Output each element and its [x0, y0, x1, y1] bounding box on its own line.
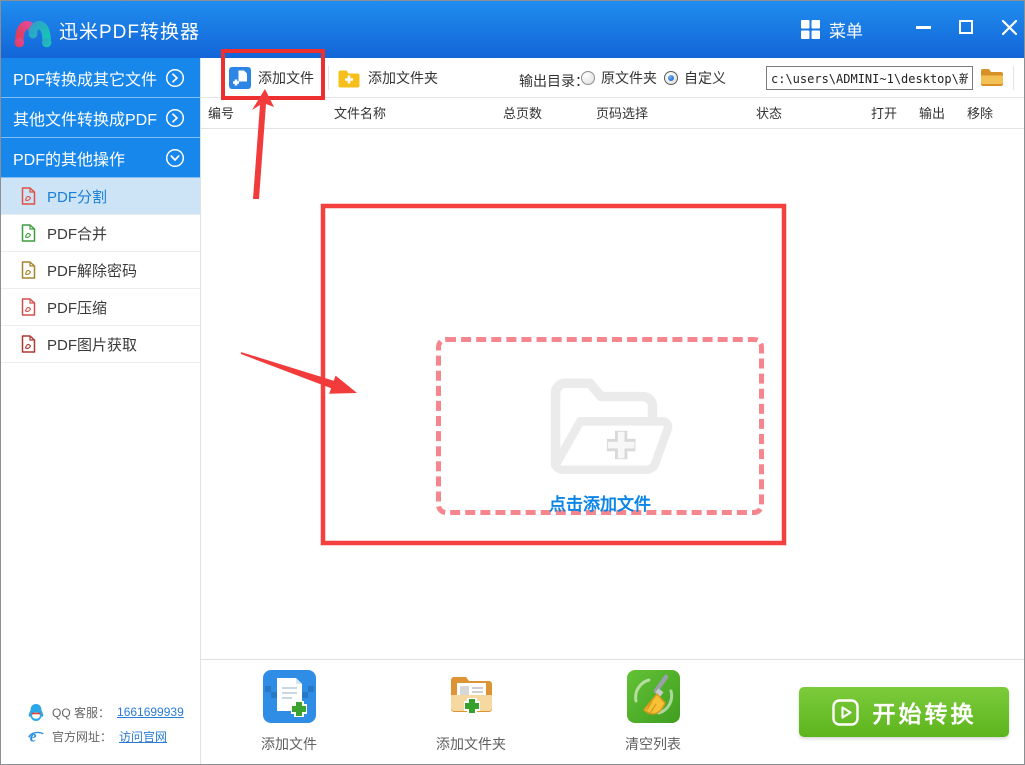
main-pane: 添加文件 添加文件夹 输出目录： 原文件夹 自定义 c:\users\ADMIN…	[201, 58, 1024, 764]
sidebar-group-label: PDF转换成其它文件	[13, 71, 158, 89]
add-folder-icon	[338, 70, 360, 87]
sidebar-subitem-label: PDF图片获取	[47, 336, 138, 354]
app-window: 迅米PDF转换器 菜单 PDF转换成其它文件 其他文件转换成PDF PDF的其他…	[0, 0, 1025, 765]
sidebar-subitem-label: PDF压缩	[47, 299, 108, 317]
col-header-filename: 文件名称	[334, 106, 387, 121]
clear-list-label: 清空列表	[625, 736, 681, 752]
add-file-big-button[interactable]: 添加文件	[229, 670, 349, 754]
toolbar: 添加文件 添加文件夹 输出目录： 原文件夹 自定义	[201, 58, 1024, 98]
add-folder-button[interactable]: 添加文件夹	[337, 58, 438, 98]
close-icon	[1001, 19, 1017, 35]
sidebar-group-label: 其他文件转换成PDF	[13, 111, 158, 129]
close-button[interactable]	[992, 13, 1024, 41]
add-file-label: 添加文件	[258, 70, 314, 86]
radio-icon-selected	[664, 71, 678, 85]
sidebar-subitem-label: PDF解除密码	[47, 262, 138, 280]
col-header-remove: 移除	[967, 106, 994, 121]
add-folder-big-button[interactable]: 添加文件夹	[411, 670, 531, 754]
radio-icon-unselected	[581, 71, 595, 85]
radio-original-folder[interactable]: 原文件夹	[581, 58, 657, 98]
add-folder-label: 添加文件夹	[368, 70, 438, 86]
start-convert-label: 开始转换	[872, 701, 977, 727]
add-folder-big-icon	[450, 677, 492, 714]
sidebar-item-other-to-pdf[interactable]: 其他文件转换成PDF	[1, 98, 200, 138]
add-file-button[interactable]: 添加文件	[229, 58, 314, 98]
start-convert-button[interactable]: 开始转换	[799, 687, 1009, 737]
official-site-label: 官方网址：	[52, 729, 113, 744]
col-header-page-select: 页码选择	[596, 106, 649, 121]
pdf-file-icon	[21, 224, 36, 242]
col-header-output: 输出	[919, 106, 946, 121]
add-file-big-icon	[262, 670, 316, 723]
qq-service-label: QQ 客服：	[52, 705, 111, 720]
add-file-icon	[229, 67, 251, 89]
maximize-icon	[959, 20, 973, 34]
official-site-link[interactable]: 访问官网	[119, 728, 167, 745]
col-header-number: 编号	[208, 106, 235, 121]
pdf-file-icon	[21, 187, 36, 205]
radio-original-folder-label: 原文件夹	[601, 70, 657, 86]
chevron-down-circle-icon	[165, 148, 185, 168]
menu-button[interactable]: 菜单	[801, 13, 863, 45]
support-info: QQ 客服： 1661699939 e 官方网址： 访问官网	[1, 700, 201, 748]
svg-text:e: e	[30, 728, 37, 745]
toolbar-divider	[1013, 66, 1014, 90]
file-list-area: 点击添加文件	[201, 129, 1024, 659]
col-header-status: 状态	[756, 106, 783, 121]
sidebar-group-label: PDF的其他操作	[13, 151, 126, 169]
radio-custom-label: 自定义	[684, 70, 726, 86]
browse-folder-icon[interactable]	[980, 67, 1004, 88]
maximize-button[interactable]	[949, 13, 983, 41]
sidebar: PDF转换成其它文件 其他文件转换成PDF PDF的其他操作 PDF分割 PDF…	[1, 58, 201, 764]
qq-icon	[28, 703, 44, 721]
app-title: 迅米PDF转换器	[59, 22, 201, 43]
grid-menu-icon	[801, 19, 820, 39]
open-folder-plus-icon	[550, 378, 673, 475]
col-header-total-pages: 总页数	[503, 106, 543, 121]
menu-label: 菜单	[829, 21, 863, 41]
sidebar-subitem-label: PDF分割	[47, 188, 108, 206]
qq-number-link[interactable]: 1661699939	[117, 705, 184, 719]
browser-e-icon: e	[28, 728, 44, 745]
dropzone-label: 点击添加文件	[549, 495, 651, 514]
output-path-input[interactable]	[766, 66, 973, 90]
app-logo-icon	[14, 20, 52, 48]
title-bar: 迅米PDF转换器 菜单	[1, 1, 1024, 58]
radio-custom[interactable]: 自定义	[664, 58, 726, 98]
pdf-file-icon	[21, 298, 36, 316]
sidebar-item-pdf-remove-password[interactable]: PDF解除密码	[1, 252, 200, 289]
sidebar-item-pdf-split[interactable]: PDF分割	[1, 178, 200, 215]
sidebar-item-pdf-merge[interactable]: PDF合并	[1, 215, 200, 252]
sidebar-item-pdf-other-ops[interactable]: PDF的其他操作	[1, 138, 200, 178]
file-table-header: 编号 文件名称 总页数 页码选择 状态 打开 输出 移除	[201, 98, 1024, 129]
toolbar-divider	[328, 66, 329, 90]
bottom-bar: 添加文件 添加文件夹 清空列表 开始转换	[201, 659, 1024, 764]
pdf-file-icon	[21, 335, 36, 353]
dropzone-add-files[interactable]: 点击添加文件	[436, 337, 764, 515]
clear-list-button[interactable]: 清空列表	[593, 670, 713, 754]
add-folder-big-label: 添加文件夹	[436, 736, 506, 752]
pdf-file-icon	[21, 261, 36, 279]
col-header-open: 打开	[871, 106, 898, 121]
minimize-button[interactable]	[906, 13, 940, 41]
chevron-right-circle-icon	[165, 108, 185, 128]
sidebar-item-pdf-to-other[interactable]: PDF转换成其它文件	[1, 58, 200, 98]
clear-list-icon	[626, 670, 680, 723]
sidebar-item-pdf-compress[interactable]: PDF压缩	[1, 289, 200, 326]
minimize-icon	[915, 25, 931, 29]
sidebar-subitem-label: PDF合并	[47, 225, 108, 243]
output-dir-label: 输出目录：	[519, 73, 589, 89]
play-icon	[831, 698, 859, 726]
add-file-big-label: 添加文件	[261, 736, 317, 752]
chevron-right-circle-icon	[165, 68, 185, 88]
sidebar-item-pdf-extract-images[interactable]: PDF图片获取	[1, 326, 200, 363]
